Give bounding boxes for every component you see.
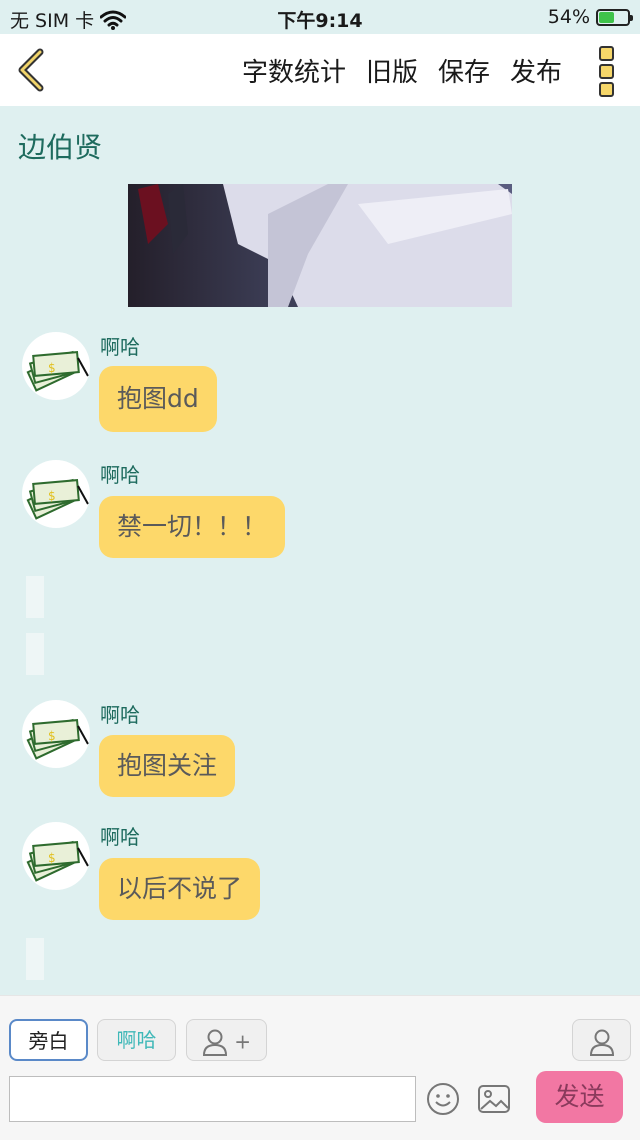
battery-level-fill (599, 11, 615, 23)
old-version-button[interactable]: 旧版 (366, 52, 418, 89)
status-time: 下午9:14 (277, 10, 363, 32)
role-aha-button[interactable]: 啊哈 (97, 1019, 176, 1061)
chat-title: 边伯贤 (18, 131, 103, 164)
message-input[interactable] (9, 1076, 416, 1122)
send-button[interactable]: 发送 (536, 1071, 623, 1123)
svg-text:$: $ (48, 361, 56, 375)
photo-image (128, 184, 512, 307)
publish-button[interactable]: 发布 (510, 52, 562, 89)
image-icon (478, 1085, 510, 1113)
battery-percent: 54% (547, 6, 590, 28)
user-icon (202, 1029, 227, 1056)
narrator-line[interactable] (26, 633, 44, 675)
smiley-icon (427, 1083, 459, 1115)
message-bubble[interactable]: 以后不说了 (99, 858, 261, 920)
money-icon: $ (26, 840, 89, 882)
more-dot (598, 46, 614, 61)
user-icon (589, 1029, 614, 1056)
user-profile-button[interactable] (572, 1019, 631, 1061)
message-bubble[interactable]: 抱图dd (99, 366, 217, 432)
narrator-line[interactable] (26, 576, 44, 618)
back-button[interactable] (12, 48, 52, 92)
narrator-line[interactable] (26, 938, 44, 980)
money-icon: $ (26, 478, 89, 520)
battery-tip (630, 14, 633, 21)
emoji-button[interactable] (426, 1082, 460, 1120)
more-vertical-icon[interactable] (598, 46, 614, 97)
sender-name: 啊哈 (100, 703, 140, 727)
composer-panel: 旁白 啊哈 + 发送 (0, 995, 640, 1140)
sender-name: 啊哈 (100, 335, 140, 359)
svg-text:$: $ (48, 729, 56, 743)
save-button[interactable]: 保存 (438, 52, 490, 89)
more-dot (598, 64, 614, 79)
money-icon: $ (26, 350, 89, 392)
cover-photo[interactable] (128, 184, 512, 307)
status-bar: 无 SIM 卡 下午9:14 54% (0, 0, 640, 34)
svg-text:$: $ (48, 851, 56, 865)
chevron-left-icon (18, 48, 44, 92)
battery-icon (596, 8, 633, 26)
plus-label: + (234, 1029, 252, 1054)
word-count-button[interactable]: 字数统计 (242, 52, 346, 89)
sender-name: 啊哈 (100, 463, 140, 487)
message-bubble[interactable]: 禁一切！！！ (99, 496, 286, 558)
add-role-button[interactable]: + (186, 1019, 267, 1061)
money-icon: $ (26, 718, 89, 760)
nav-actions: 字数统计 旧版 保存 发布 (242, 52, 562, 89)
svg-text:$: $ (48, 489, 56, 503)
nav-bar: 字数统计 旧版 保存 发布 (0, 34, 640, 106)
avatar[interactable]: $ (22, 460, 90, 528)
status-right: 54% (547, 6, 633, 28)
message-bubble[interactable]: 抱图关注 (99, 735, 236, 797)
avatar[interactable]: $ (22, 700, 90, 768)
sender-name: 啊哈 (100, 825, 140, 849)
role-narrator-button[interactable]: 旁白 (9, 1019, 88, 1061)
image-button[interactable] (477, 1084, 511, 1118)
more-dot (598, 82, 614, 97)
avatar[interactable]: $ (22, 332, 90, 400)
avatar[interactable]: $ (22, 822, 90, 890)
